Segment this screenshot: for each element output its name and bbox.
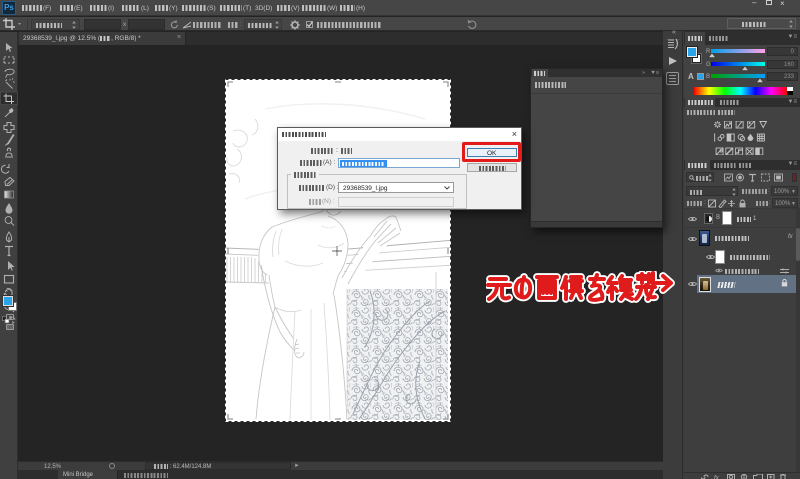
svg-text:fx: fx: [714, 476, 720, 479]
